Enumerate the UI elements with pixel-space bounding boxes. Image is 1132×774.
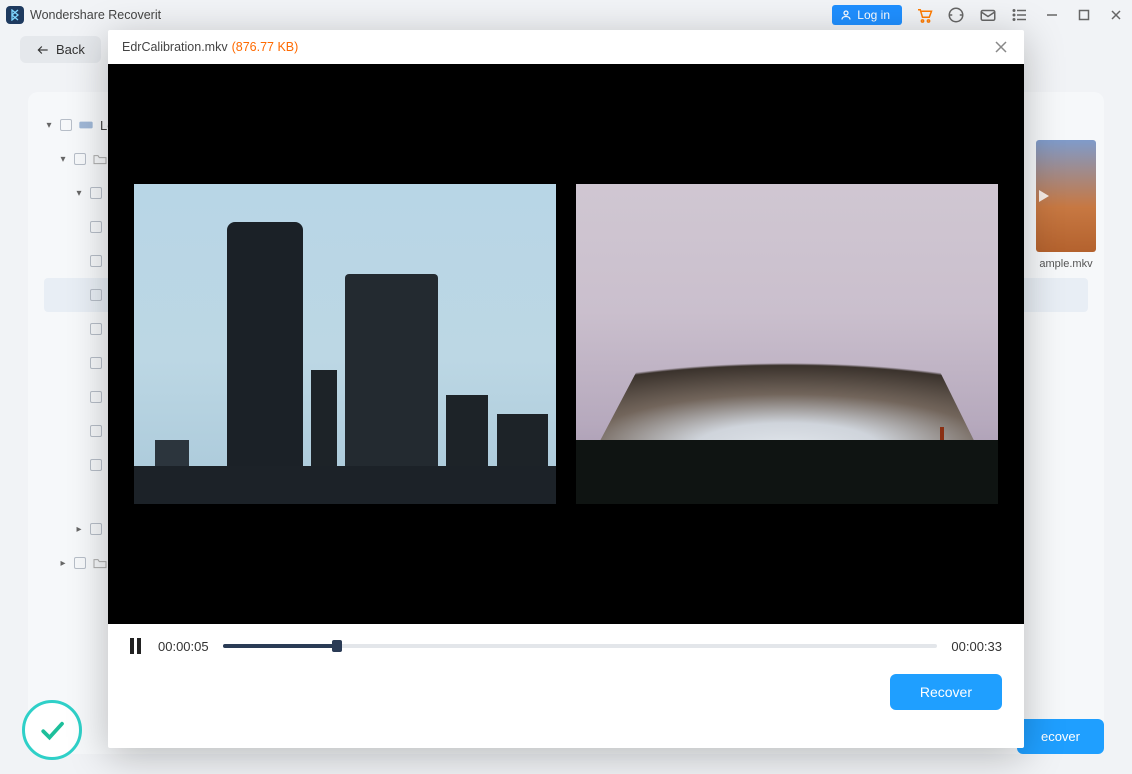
- video-frame-left: [134, 184, 556, 504]
- user-icon: [840, 9, 852, 21]
- preview-filesize: (876.77 KB): [232, 40, 299, 54]
- minimize-button[interactable]: [1042, 5, 1062, 25]
- seek-thumb[interactable]: [332, 640, 342, 652]
- tree-checkbox[interactable]: [90, 323, 102, 335]
- caret-right-icon[interactable]: ▸: [58, 558, 68, 569]
- login-button[interactable]: Log in: [832, 5, 902, 25]
- seek-fill: [223, 644, 337, 648]
- app-title: Wondershare Recoverit: [30, 8, 161, 22]
- close-icon: [993, 39, 1009, 55]
- tree-checkbox[interactable]: [90, 523, 102, 535]
- file-thumbnail[interactable]: ample.mkv: [1028, 140, 1104, 270]
- playback-controls: 00:00:05 00:00:33: [108, 624, 1024, 664]
- tree-checkbox[interactable]: [90, 255, 102, 267]
- back-button[interactable]: Back: [20, 36, 101, 63]
- video-frame-right: [576, 184, 998, 504]
- list-icon[interactable]: [1010, 5, 1030, 25]
- tree-checkbox[interactable]: [74, 153, 86, 165]
- maximize-button[interactable]: [1074, 5, 1094, 25]
- caret-right-icon[interactable]: ▸: [74, 524, 84, 535]
- caret-down-icon[interactable]: ▾: [58, 154, 68, 165]
- back-label: Back: [56, 42, 85, 57]
- scan-complete-badge: [22, 700, 82, 760]
- modal-header: EdrCalibration.mkv (876.77 KB): [108, 30, 1024, 64]
- pause-button[interactable]: [130, 638, 144, 654]
- recover-button-main[interactable]: ecover: [1017, 719, 1104, 754]
- tree-checkbox[interactable]: [90, 357, 102, 369]
- tree-checkbox[interactable]: [90, 187, 102, 199]
- tree-checkbox[interactable]: [90, 459, 102, 471]
- video-preview-area[interactable]: [108, 64, 1024, 624]
- caret-down-icon[interactable]: ▾: [44, 120, 54, 131]
- checkmark-icon: [37, 715, 67, 745]
- cart-icon[interactable]: [914, 5, 934, 25]
- thumbnail-image: [1036, 140, 1096, 252]
- tree-checkbox[interactable]: [90, 391, 102, 403]
- folder-icon: [92, 556, 108, 570]
- close-button[interactable]: [1106, 5, 1126, 25]
- app-logo: [6, 6, 24, 24]
- tree-checkbox[interactable]: [90, 221, 102, 233]
- recover-button[interactable]: Recover: [890, 674, 1002, 710]
- arrow-left-icon: [36, 43, 50, 57]
- support-icon[interactable]: [946, 5, 966, 25]
- drive-icon: [78, 119, 94, 131]
- caret-down-icon[interactable]: ▾: [74, 188, 84, 199]
- thumbnail-filename: ample.mkv: [1028, 258, 1104, 270]
- tree-checkbox[interactable]: [74, 557, 86, 569]
- tree-checkbox[interactable]: [60, 119, 72, 131]
- preview-modal: EdrCalibration.mkv (876.77 KB) 00:00:05 …: [108, 30, 1024, 748]
- play-icon: [1039, 190, 1049, 202]
- modal-footer: Recover: [108, 664, 1024, 728]
- title-bar: Wondershare Recoverit Log in: [0, 0, 1132, 30]
- folder-icon: [92, 152, 108, 166]
- total-time: 00:00:33: [951, 639, 1002, 654]
- login-label: Log in: [857, 8, 890, 22]
- tree-checkbox[interactable]: [90, 425, 102, 437]
- preview-filename: EdrCalibration.mkv: [122, 40, 228, 54]
- seek-bar[interactable]: [223, 644, 938, 648]
- tree-checkbox[interactable]: [90, 289, 102, 301]
- elapsed-time: 00:00:05: [158, 639, 209, 654]
- mail-icon[interactable]: [978, 5, 998, 25]
- modal-close-button[interactable]: [990, 36, 1012, 58]
